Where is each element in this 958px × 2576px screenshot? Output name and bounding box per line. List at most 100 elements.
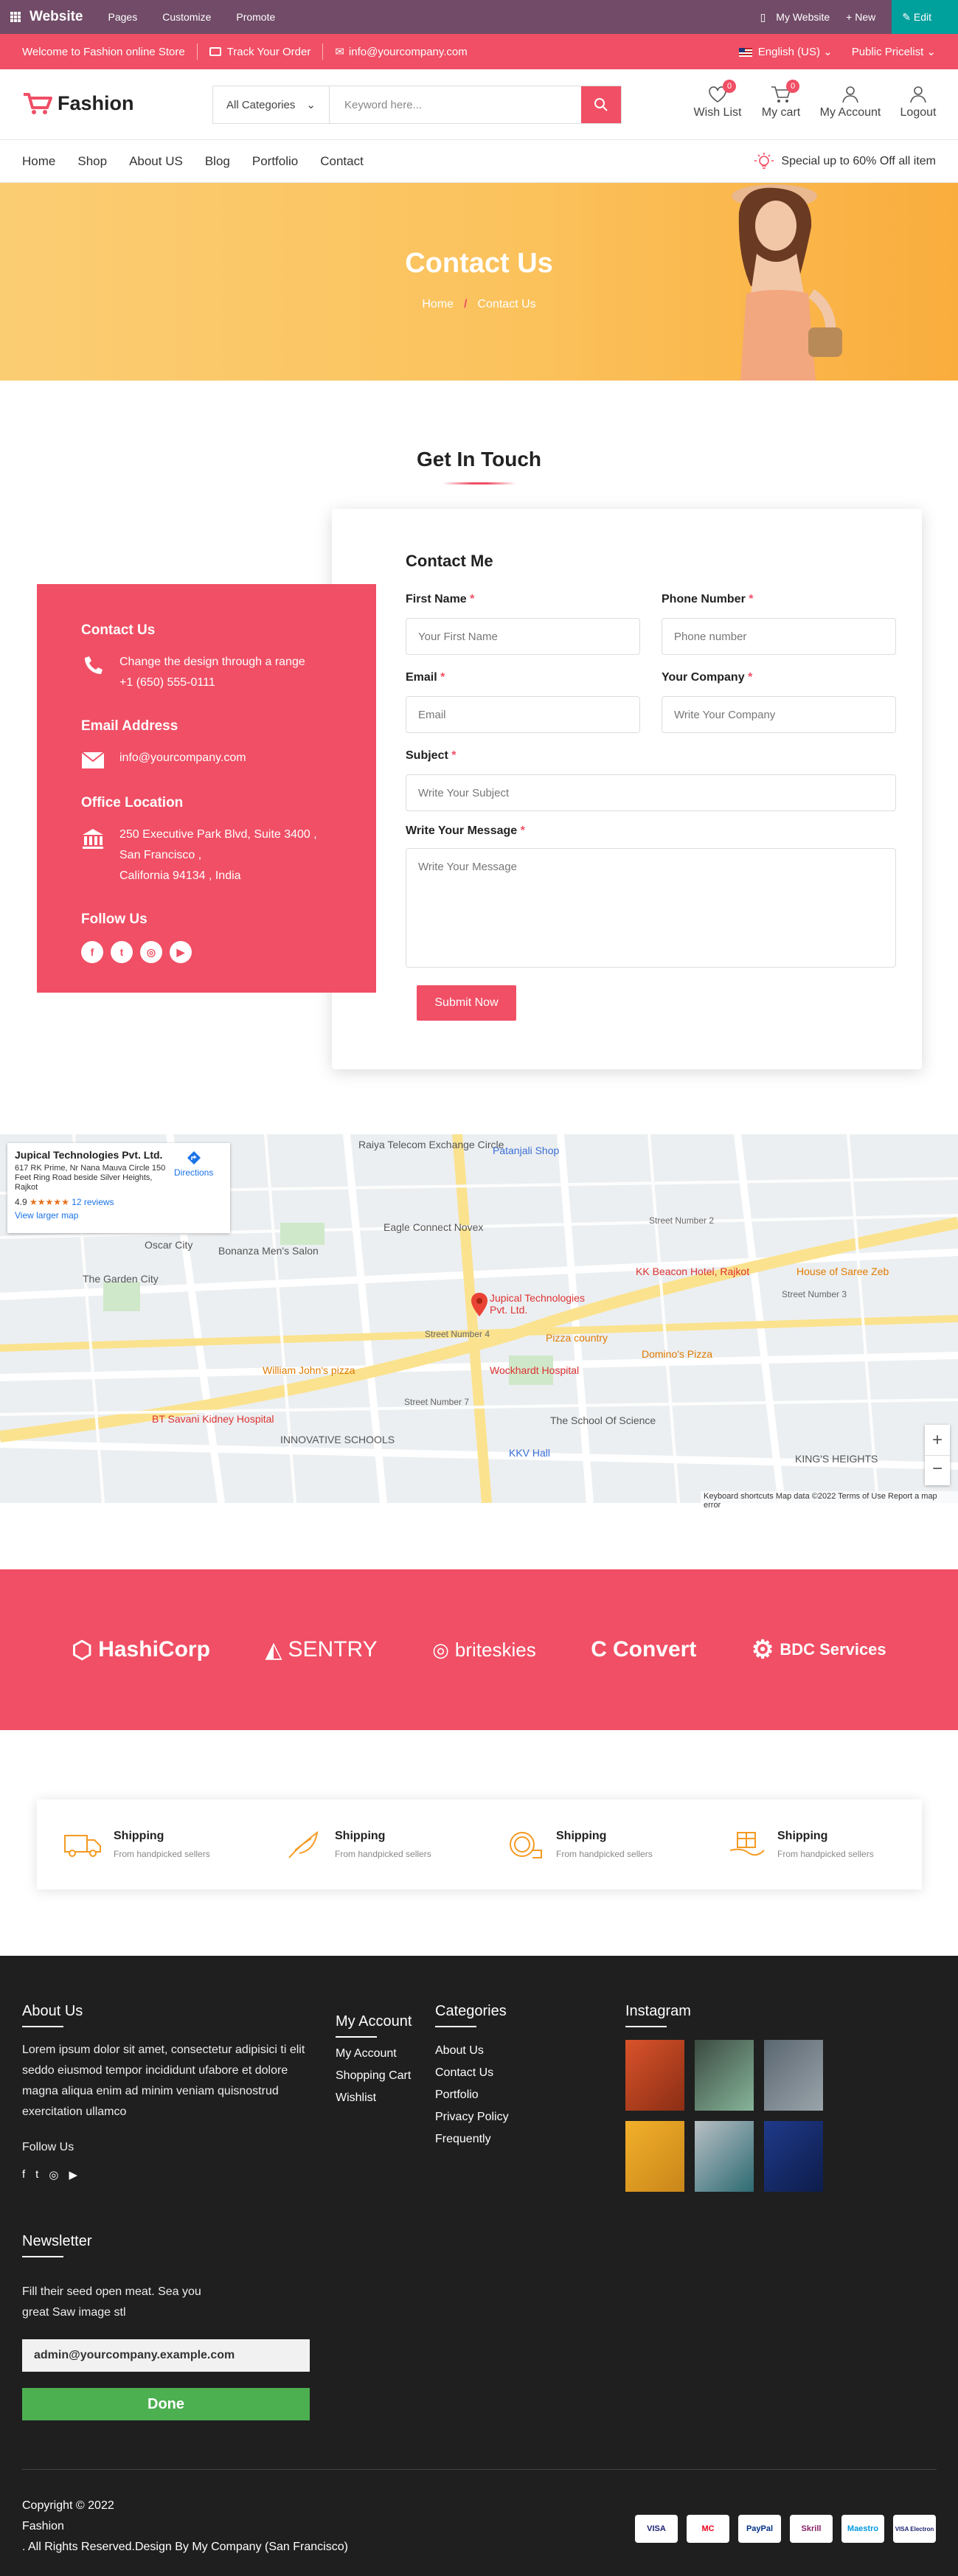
- admin-menu-pages[interactable]: Pages: [108, 11, 138, 23]
- footer-link[interactable]: My Account: [336, 2043, 411, 2065]
- site-logo[interactable]: Fashion: [22, 91, 134, 115]
- instagram-icon[interactable]: ◎: [49, 2168, 58, 2181]
- footer-link[interactable]: Contact Us: [435, 2062, 509, 2084]
- newsletter-done-button[interactable]: Done: [22, 2388, 310, 2420]
- facebook-icon[interactable]: f: [22, 2168, 25, 2181]
- zoom-in-button[interactable]: +: [925, 1425, 950, 1455]
- first-name-input[interactable]: Your First Name: [406, 618, 640, 655]
- map-label: Wockhardt Hospital: [490, 1364, 580, 1376]
- place-rating: 4.9: [15, 1197, 27, 1207]
- heading-underline: [442, 482, 516, 485]
- edit-button[interactable]: ✎ Edit: [892, 0, 958, 34]
- info-email[interactable]: info@yourcompany.com: [119, 748, 246, 770]
- maestro-icon: Maestro: [841, 2515, 884, 2543]
- cart-logo-icon: [24, 93, 52, 114]
- brand-logo[interactable]: ◎ briteskies: [432, 1639, 536, 1662]
- zoom-out-button[interactable]: −: [925, 1455, 950, 1485]
- footer-instagram-title: Instagram: [625, 2003, 691, 2027]
- my-website-dropdown[interactable]: My Website: [776, 11, 830, 23]
- footer-social-icons: f t ◎ ▶: [22, 2168, 77, 2181]
- wishlist-button[interactable]: 0 Wish List: [684, 80, 751, 119]
- mastercard-icon: MC: [687, 2515, 729, 2543]
- subject-input[interactable]: Write Your Subject: [406, 774, 896, 811]
- rating-stars: ★★★★★: [29, 1197, 69, 1207]
- footer-link[interactable]: Portfolio: [435, 2084, 509, 2106]
- brand-logo[interactable]: ◭ SENTRY: [265, 1637, 377, 1663]
- briteskies-icon: ◎: [432, 1638, 449, 1661]
- contact-phone[interactable]: +1 (650) 555-0111: [119, 673, 305, 693]
- twitter-icon[interactable]: t: [35, 2168, 38, 2181]
- brand-logo[interactable]: C Convert: [591, 1637, 696, 1662]
- logout-user-icon: [910, 86, 926, 103]
- instagram-photo[interactable]: [764, 2121, 823, 2192]
- admin-menu-customize[interactable]: Customize: [162, 11, 211, 23]
- header: Fashion All Categories ⌄ Keyword here... …: [0, 69, 958, 140]
- mobile-preview-icon[interactable]: ▯: [760, 11, 766, 24]
- cart-button[interactable]: 0 My cart: [748, 80, 814, 119]
- nav-blog[interactable]: Blog: [205, 154, 230, 169]
- footer-link[interactable]: Privacy Policy: [435, 2106, 509, 2128]
- contact-info-title: Contact Us: [81, 622, 156, 638]
- top-strip: Welcome to Fashion online Store Track Yo…: [0, 34, 958, 69]
- submit-button[interactable]: Submit Now: [417, 985, 516, 1021]
- instagram-photo[interactable]: [695, 2040, 754, 2111]
- instagram-photo[interactable]: [625, 2040, 684, 2111]
- pricelist-label: Public Pricelist: [851, 46, 924, 58]
- pricelist-selector[interactable]: Public Pricelist ⌄: [852, 45, 936, 58]
- search-button[interactable]: [581, 86, 621, 123]
- logout-button[interactable]: Logout: [885, 86, 951, 119]
- footer-link[interactable]: Wishlist: [336, 2087, 411, 2109]
- map-pin[interactable]: Jupical Technologies Pvt. Ltd.: [471, 1292, 585, 1321]
- footer-link[interactable]: Frequently: [435, 2128, 509, 2150]
- nav-home[interactable]: Home: [22, 154, 55, 169]
- language-selector[interactable]: English (US) ⌄: [738, 45, 833, 58]
- top-email-link[interactable]: info@yourcompany.com: [349, 46, 468, 58]
- coins-icon: [510, 1832, 542, 1858]
- nav-about[interactable]: About US: [129, 154, 183, 169]
- nav-contact[interactable]: Contact: [320, 154, 364, 169]
- admin-bar: Website Pages Customize Promote ▯ My Web…: [0, 0, 958, 34]
- breadcrumb-home[interactable]: Home: [422, 298, 454, 310]
- search-input[interactable]: Keyword here...: [330, 86, 581, 123]
- footer-about-title: About Us: [22, 2003, 83, 2027]
- newsletter-title: Newsletter: [22, 2233, 91, 2257]
- newsletter-email-input[interactable]: admin@yourcompany.example.com: [22, 2339, 310, 2372]
- instagram-photo[interactable]: [695, 2121, 754, 2192]
- model-photo: [732, 184, 842, 381]
- category-select[interactable]: All Categories ⌄: [213, 86, 330, 123]
- footer-link[interactable]: Shopping Cart: [336, 2065, 411, 2087]
- new-button[interactable]: + New: [846, 11, 875, 23]
- youtube-icon[interactable]: ▶: [170, 941, 192, 963]
- promo-text: Special up to 60% Off all item: [781, 155, 936, 167]
- instagram-icon[interactable]: ◎: [140, 941, 162, 963]
- admin-brand[interactable]: Website: [29, 9, 83, 25]
- admin-menu-promote[interactable]: Promote: [236, 11, 275, 23]
- email-input[interactable]: Email: [406, 696, 640, 733]
- address-line2: California 94134 , India: [119, 869, 241, 882]
- directions-button[interactable]: Directions: [174, 1150, 213, 1178]
- larger-map-link[interactable]: View larger map: [15, 1210, 78, 1221]
- footer-link[interactable]: About Us: [435, 2040, 509, 2062]
- twitter-icon[interactable]: t: [111, 941, 133, 963]
- message-textarea[interactable]: Write Your Message: [406, 848, 896, 968]
- instagram-photo[interactable]: [625, 2121, 684, 2192]
- phone-label: Phone Number *: [662, 593, 754, 605]
- breadcrumb-current: Contact Us: [477, 298, 536, 310]
- track-order-link[interactable]: Track Your Order: [227, 46, 311, 58]
- company-input[interactable]: Write Your Company: [662, 696, 896, 733]
- phone-icon: [85, 656, 103, 674]
- map-footer[interactable]: Keyboard shortcuts Map data ©2022 Terms …: [701, 1491, 958, 1510]
- account-button[interactable]: My Account: [817, 86, 884, 119]
- reviews-link[interactable]: 12 reviews: [72, 1197, 114, 1207]
- instagram-photo[interactable]: [764, 2040, 823, 2111]
- contact-info-box: Contact Us Change the design through a r…: [37, 584, 376, 993]
- brand-logo[interactable]: ⬡ HashiCorp: [72, 1636, 210, 1664]
- facebook-icon[interactable]: f: [81, 941, 103, 963]
- brand-logo[interactable]: ⚙ BDC Services: [752, 1635, 886, 1664]
- map-label: BT Savani Kidney Hospital: [152, 1413, 274, 1425]
- phone-input[interactable]: Phone number: [662, 618, 896, 655]
- nav-shop[interactable]: Shop: [77, 154, 107, 169]
- youtube-icon[interactable]: ▶: [69, 2168, 77, 2181]
- apps-grid-icon[interactable]: [10, 12, 21, 22]
- nav-portfolio[interactable]: Portfolio: [252, 154, 298, 169]
